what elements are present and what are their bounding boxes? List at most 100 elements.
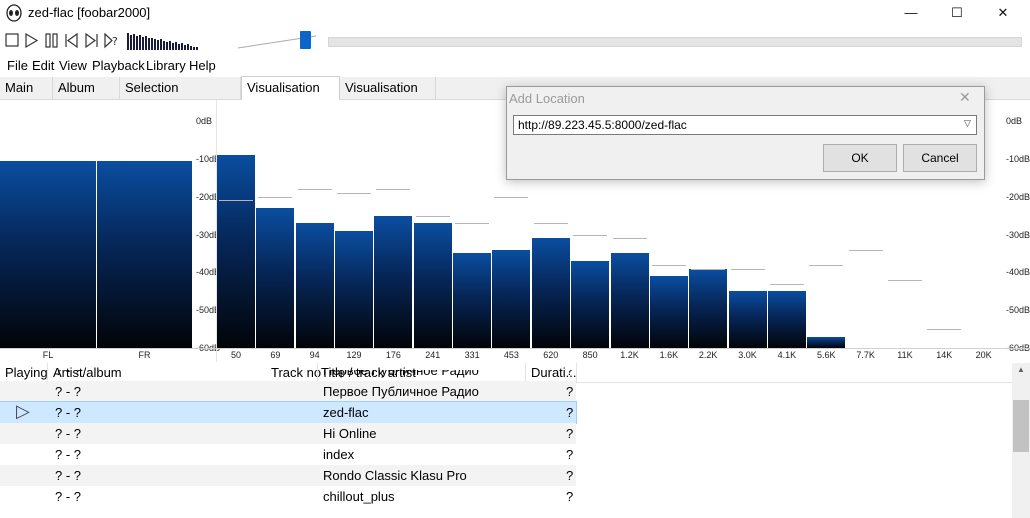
location-combobox[interactable]: http://89.223.45.5:8000/zed-flac ▽: [513, 115, 977, 135]
previous-icon[interactable]: [63, 32, 80, 49]
spectrum-peak: [769, 283, 804, 285]
frequency-label: 20K: [975, 350, 992, 360]
spectrum-icon: [126, 30, 206, 52]
spectrum-peak: [691, 268, 726, 270]
next-icon[interactable]: [83, 32, 100, 49]
db-label-right: -40dB: [1006, 267, 1030, 278]
random-icon[interactable]: ?: [103, 32, 120, 49]
combo-arrow-icon[interactable]: ▽: [964, 118, 971, 129]
spectrum-bar: [571, 260, 610, 348]
playlist-row[interactable]: ? - ? index?: [0, 444, 576, 465]
title-cell: zed-flac: [323, 405, 369, 420]
menu-help[interactable]: Help: [189, 58, 216, 73]
menu-file[interactable]: File: [7, 58, 28, 73]
menu-edit[interactable]: Edit: [32, 58, 54, 73]
scroll-up-icon[interactable]: ▲: [1012, 363, 1030, 377]
playlist-row[interactable]: ? - ? chillout_plus?: [0, 486, 576, 507]
menu-library[interactable]: Library: [146, 58, 186, 73]
frequency-label: 129: [346, 350, 362, 360]
title-cell: Первое Публичное Радио: [323, 370, 479, 378]
spectrum-peak: [730, 268, 765, 270]
artist-album-cell: ? - ?: [55, 468, 82, 483]
close-button[interactable]: ✕: [980, 0, 1026, 26]
location-url[interactable]: http://89.223.45.5:8000/zed-flac: [518, 118, 687, 132]
spectrum-peak: [376, 189, 411, 191]
playlist-row[interactable]: ? - ? Hi Online?: [0, 423, 576, 444]
volume-handle[interactable]: [300, 31, 312, 49]
frequency-label: 11K: [897, 350, 913, 360]
spectrum-bar: [649, 276, 688, 348]
spectrum-bar: [374, 215, 413, 348]
level-bar-fl: [0, 160, 96, 348]
frequency-label: 850: [582, 350, 598, 360]
playlist-row[interactable]: ? - ? Rondo Classic Klasu Pro?: [0, 465, 576, 486]
db-label-left: 0dB: [196, 116, 213, 126]
frequency-label: 50: [230, 350, 241, 360]
menu-view[interactable]: View: [59, 58, 87, 73]
frequency-label: 94: [309, 350, 320, 360]
spectrum-peak: [258, 196, 293, 198]
duration-cell: ?: [566, 370, 574, 378]
frequency-label: 241: [425, 350, 441, 360]
spectrum-bar: [413, 223, 452, 348]
frequency-label: 620: [543, 350, 559, 360]
artist-album-cell: ? - ?: [55, 489, 82, 504]
tab-visualisation-1[interactable]: Visualisation (1): [241, 76, 340, 117]
spectrum-peak: [415, 215, 450, 217]
spectrum-bar: [453, 253, 492, 348]
db-label-right: -10dB: [1006, 153, 1030, 164]
maximize-button[interactable]: ☐: [934, 0, 980, 26]
minimize-button[interactable]: —: [888, 0, 934, 26]
title-cell: index: [323, 447, 355, 462]
db-label-right: -20dB: [1006, 191, 1030, 202]
tab-visualisation-2[interactable]: Visualisation (2): [340, 77, 436, 117]
tab-selection-properties[interactable]: Selection Properties: [120, 77, 241, 117]
artist-album-cell: ? - ?: [55, 405, 82, 420]
duration-cell: ?: [566, 384, 574, 399]
ok-button[interactable]: OK: [823, 144, 897, 172]
scroll-thumb[interactable]: [1013, 400, 1029, 452]
db-label-right: -30dB: [1006, 229, 1030, 240]
spectrum-peak: [337, 192, 372, 194]
frequency-label: 69: [270, 350, 281, 360]
duration-cell: ?: [566, 489, 574, 504]
tab-main[interactable]: Main: [0, 77, 53, 99]
play-indicator-icon: ▷: [16, 401, 30, 421]
cancel-button[interactable]: Cancel: [903, 144, 977, 172]
menu-playback[interactable]: Playback: [92, 58, 145, 73]
frequency-label: 331: [464, 350, 480, 360]
title-cell: Rondo Classic Klasu Pro: [323, 468, 467, 483]
pause-icon[interactable]: [43, 32, 60, 49]
duration-cell: ?: [566, 405, 574, 420]
spectrum-peak: [887, 279, 922, 281]
spectrum-bar: [610, 253, 649, 348]
playlist-row[interactable]: ▷ ? - ? zed-flac?: [0, 401, 577, 424]
seek-bar[interactable]: [328, 37, 1022, 47]
svg-text:?: ?: [112, 35, 118, 48]
spectrum-bar: [767, 291, 806, 348]
add-location-dialog: Add Location ✕ http://89.223.45.5:8000/z…: [506, 86, 985, 180]
spectrum-bar: [256, 208, 295, 348]
spectrum-peak: [612, 238, 647, 240]
frequency-label: 4.1K: [777, 350, 797, 360]
duration-cell: ?: [566, 426, 574, 441]
stop-icon[interactable]: [4, 32, 21, 49]
channel-label: FL: [42, 350, 54, 360]
spectrum-peak: [297, 189, 332, 191]
title-cell: chillout_plus: [323, 489, 395, 504]
tab-album-list[interactable]: Album list: [53, 77, 120, 117]
title-bar: zed-flac [foobar2000] — ☐ ✕: [0, 0, 1030, 26]
frequency-label: 14K: [936, 350, 953, 360]
frequency-label: 2.2K: [698, 350, 718, 360]
frequency-label: 5.6K: [816, 350, 836, 360]
spectrum-bar: [217, 155, 255, 348]
spectrum-peak: [809, 264, 844, 266]
spectrum-bar: [728, 291, 767, 348]
spectrum-bar: [531, 238, 570, 348]
playlist-row[interactable]: ? - ? Первое Публичное Радио?: [0, 381, 576, 402]
play-icon[interactable]: [23, 32, 40, 49]
spectrum-peak: [848, 249, 883, 251]
frequency-label: 1.6K: [659, 350, 679, 360]
dialog-close-icon[interactable]: ✕: [959, 89, 971, 106]
playlist-row[interactable]: ? - ? Первое Публичное Радио?: [0, 370, 576, 381]
